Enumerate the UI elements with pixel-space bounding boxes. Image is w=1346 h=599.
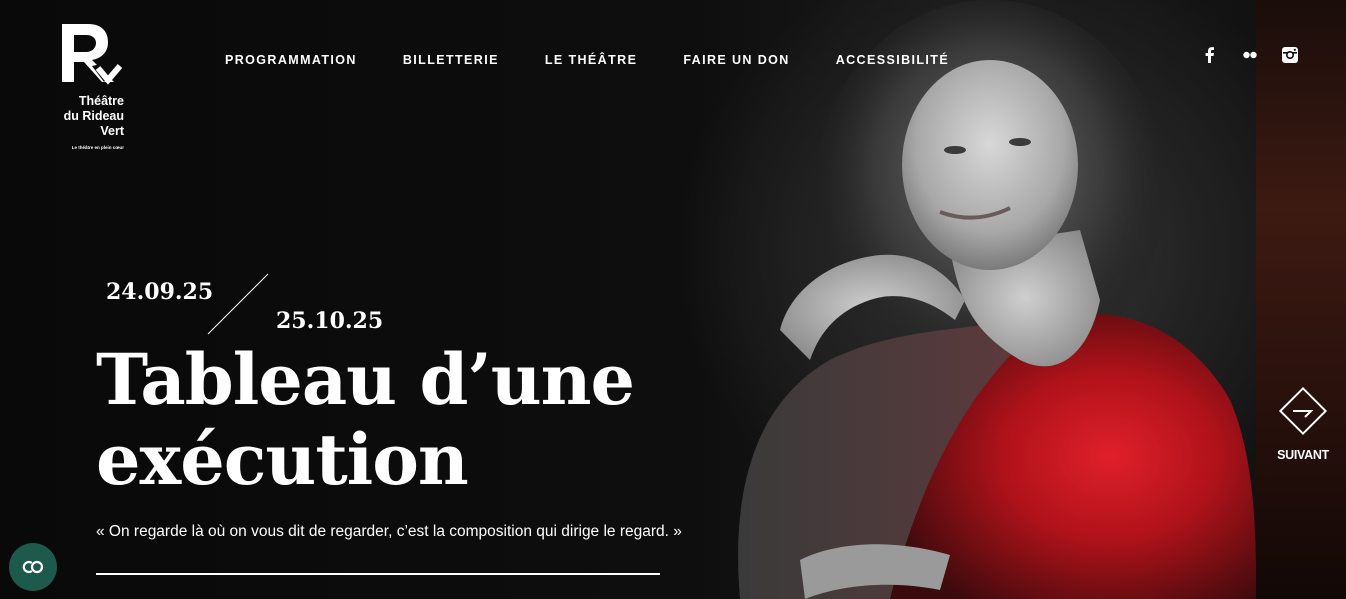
nav-item-faire-un-don[interactable]: FAIRE UN DON (683, 53, 789, 67)
accessibility-icon (22, 560, 44, 574)
accessibility-button[interactable] (9, 543, 57, 591)
date-start: 24.09.25 (106, 279, 214, 305)
date-end: 25.10.25 (276, 308, 384, 334)
nav-item-billetterie[interactable]: BILLETTERIE (403, 53, 499, 67)
instagram-icon[interactable] (1280, 45, 1300, 65)
facebook-icon[interactable] (1200, 45, 1220, 65)
next-button[interactable]: SUIVANT (1276, 385, 1330, 462)
main-nav: PROGRAMMATION BILLETTERIE LE THÉÂTRE FAI… (225, 53, 995, 67)
show-title[interactable]: Tableau d’une exécution (96, 340, 736, 500)
logo-mark-icon (62, 24, 123, 85)
nav-item-programmation[interactable]: PROGRAMMATION (225, 53, 357, 67)
hero-portrait-image (738, 0, 1256, 599)
next-arrow-icon (1278, 386, 1328, 436)
next-slide-preview[interactable] (1256, 0, 1346, 599)
flickr-icon[interactable] (1240, 45, 1260, 65)
show-quote: « On regarde là où on vous dit de regard… (96, 523, 682, 540)
site-logo[interactable]: Théâtre du Rideau Vert Le théâtre en ple… (58, 22, 128, 150)
date-separator (207, 273, 269, 335)
nav-item-le-theatre[interactable]: LE THÉÂTRE (545, 53, 637, 67)
nav-item-accessibilite[interactable]: ACCESSIBILITÉ (836, 53, 949, 67)
logo-tagline: Le théâtre en plein cœur (71, 145, 124, 150)
next-label: SUIVANT (1277, 448, 1329, 462)
progress-rule (96, 573, 660, 575)
social-links (1200, 45, 1300, 65)
logo-name: Théâtre du Rideau Vert (63, 94, 124, 138)
